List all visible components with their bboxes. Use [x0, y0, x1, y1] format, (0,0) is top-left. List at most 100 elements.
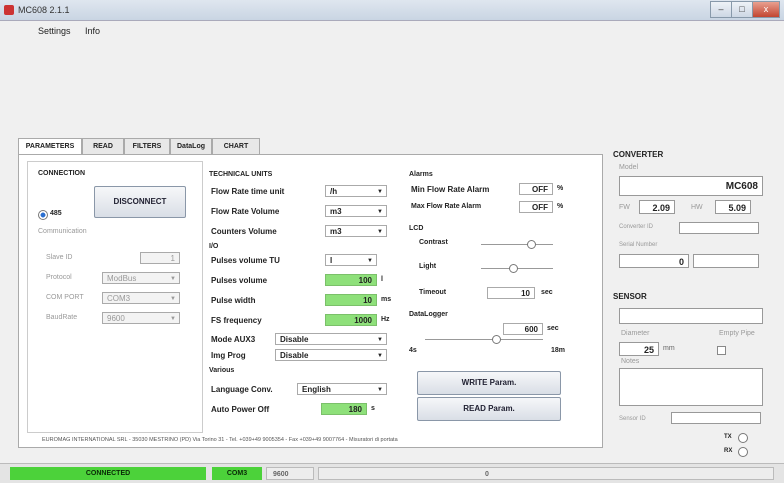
converter-title: CONVERTER [613, 150, 664, 159]
empty-pipe-checkbox[interactable] [717, 346, 726, 355]
img-prog-label: Img Prog [211, 351, 246, 360]
tab-filters[interactable]: FILTERS [124, 138, 170, 154]
baudrate-select[interactable]: 9600 ▼ [102, 312, 180, 324]
disconnect-button[interactable]: DISCONNECT [94, 186, 186, 218]
flow-rate-volume-label: Flow Rate Volume [211, 207, 280, 216]
chevron-down-icon: ▼ [377, 387, 383, 393]
write-param-button[interactable]: WRITE Param. [417, 371, 561, 395]
diameter-field: 25 [619, 342, 659, 356]
sensor-model-field [619, 308, 763, 324]
tab-parameters[interactable]: PARAMETERS [18, 138, 82, 155]
chevron-down-icon: ▼ [377, 353, 383, 359]
light-label: Light [419, 263, 437, 270]
language-select[interactable]: English ▼ [297, 383, 387, 395]
connection-title: CONNECTION [38, 170, 86, 177]
menu-settings[interactable]: Settings [38, 26, 71, 36]
fs-frequency-field[interactable]: 1000 [325, 314, 377, 326]
chevron-down-icon: ▼ [377, 209, 383, 215]
mode-aux-select[interactable]: Disable ▼ [275, 333, 387, 345]
contrast-label: Contrast [419, 239, 448, 246]
contrast-slider[interactable] [481, 240, 553, 249]
right-panel: CONVERTER Model MC608 FW 2.09 HW 5.09 Co… [609, 140, 775, 440]
rx-indicator [738, 447, 748, 457]
app-icon [4, 5, 14, 15]
empty-pipe-label: Empty Pipe [719, 330, 755, 337]
connection-status: CONNECTED [10, 467, 206, 480]
light-slider-thumb[interactable] [509, 264, 519, 273]
serial-label: Serial Number [619, 242, 658, 248]
min-alarm-label: Min Flow Rate Alarm [411, 185, 490, 194]
chevron-down-icon: ▼ [170, 296, 176, 302]
pulses-volume-label: Pulses volume [211, 276, 268, 285]
flow-rate-unit-select[interactable]: /h ▼ [325, 185, 387, 197]
counters-volume-label: Counters Volume [211, 227, 277, 236]
flow-rate-volume-select[interactable]: m3 ▼ [325, 205, 387, 217]
radio-485[interactable] [38, 210, 48, 220]
diameter-unit: mm [663, 345, 675, 352]
timeout-field[interactable]: 10 [487, 287, 535, 299]
datalogger-slider[interactable] [425, 335, 543, 344]
read-param-button[interactable]: READ Param. [417, 397, 561, 421]
protocol-select[interactable]: ModBus ▼ [102, 272, 180, 284]
slave-id-field[interactable]: 1 [140, 252, 180, 264]
com-port-select[interactable]: COM3 ▼ [102, 292, 180, 304]
technical-units-title: TECHNICAL UNITS [209, 171, 273, 178]
window-controls: – □ x [710, 1, 780, 18]
contrast-slider-thumb[interactable] [527, 240, 537, 249]
fs-frequency-unit: Hz [381, 316, 390, 323]
pulse-width-field[interactable]: 10 [325, 294, 377, 306]
slave-id-label: Slave ID [46, 254, 73, 261]
status-baud: 9600 [266, 467, 314, 480]
close-button[interactable]: x [752, 1, 780, 18]
sensor-id-label: Sensor ID [619, 416, 646, 422]
diameter-label: Diameter [621, 330, 650, 337]
datalogger-min-label: 4s [409, 347, 417, 354]
chevron-down-icon: ▼ [377, 189, 383, 195]
pulses-volume-tu-select[interactable]: l ▼ [325, 254, 377, 266]
tab-datalog[interactable]: DataLog [170, 138, 212, 154]
flow-rate-unit-label: Flow Rate time unit [211, 187, 285, 196]
img-prog-select[interactable]: Disable ▼ [275, 349, 387, 361]
counters-volume-select[interactable]: m3 ▼ [325, 225, 387, 237]
max-alarm-label: Max Flow Rate Alarm [411, 203, 482, 210]
tx-label: TX [724, 434, 732, 440]
serial-field-extra [693, 254, 759, 268]
menu-bar: Settings Info [38, 26, 112, 36]
min-alarm-field[interactable]: OFF [519, 183, 553, 195]
fs-frequency-label: FS frequency [211, 316, 262, 325]
sensor-title: SENSOR [613, 292, 647, 301]
auto-power-off-field[interactable]: 180 [321, 403, 367, 415]
minimize-button[interactable]: – [710, 1, 732, 18]
hw-field: 5.09 [715, 200, 751, 214]
datalogger-max-label: 18m [551, 347, 566, 354]
menu-info[interactable]: Info [85, 26, 100, 36]
hw-label: HW [691, 204, 703, 211]
parameters-panel: CONNECTION DISCONNECT 485 Communication … [18, 154, 603, 448]
status-bar: CONNECTED COM3 9600 0 [0, 463, 784, 483]
converter-id-label: Converter ID [619, 224, 654, 230]
tab-chart[interactable]: CHART [212, 138, 260, 154]
various-title: Various [209, 367, 235, 374]
pulses-volume-field[interactable]: 100 [325, 274, 377, 286]
notes-label: Notes [621, 358, 640, 365]
datalogger-interval-field[interactable]: 600 [503, 323, 543, 335]
notes-field[interactable] [619, 368, 763, 406]
tab-read[interactable]: READ [82, 138, 124, 154]
timeout-unit: sec [541, 289, 553, 296]
connection-group: CONNECTION DISCONNECT 485 Communication … [27, 161, 203, 433]
datalogger-slider-thumb[interactable] [491, 335, 501, 344]
model-field: MC608 [619, 176, 763, 196]
chevron-down-icon: ▼ [170, 276, 176, 282]
protocol-label: Protocol [46, 274, 72, 281]
max-alarm-field[interactable]: OFF [519, 201, 553, 213]
mode-aux-label: Mode AUX3 [211, 335, 256, 344]
chevron-down-icon: ▼ [170, 316, 176, 322]
baudrate-label: BaudRate [46, 314, 78, 321]
window-title: MC608 2.1.1 [18, 5, 70, 15]
light-slider[interactable] [481, 264, 553, 273]
fw-field: 2.09 [639, 200, 675, 214]
com-port-label: COM PORT [46, 294, 84, 301]
model-label: Model [619, 164, 639, 171]
maximize-button[interactable]: □ [731, 1, 753, 18]
chevron-down-icon: ▼ [367, 258, 373, 264]
